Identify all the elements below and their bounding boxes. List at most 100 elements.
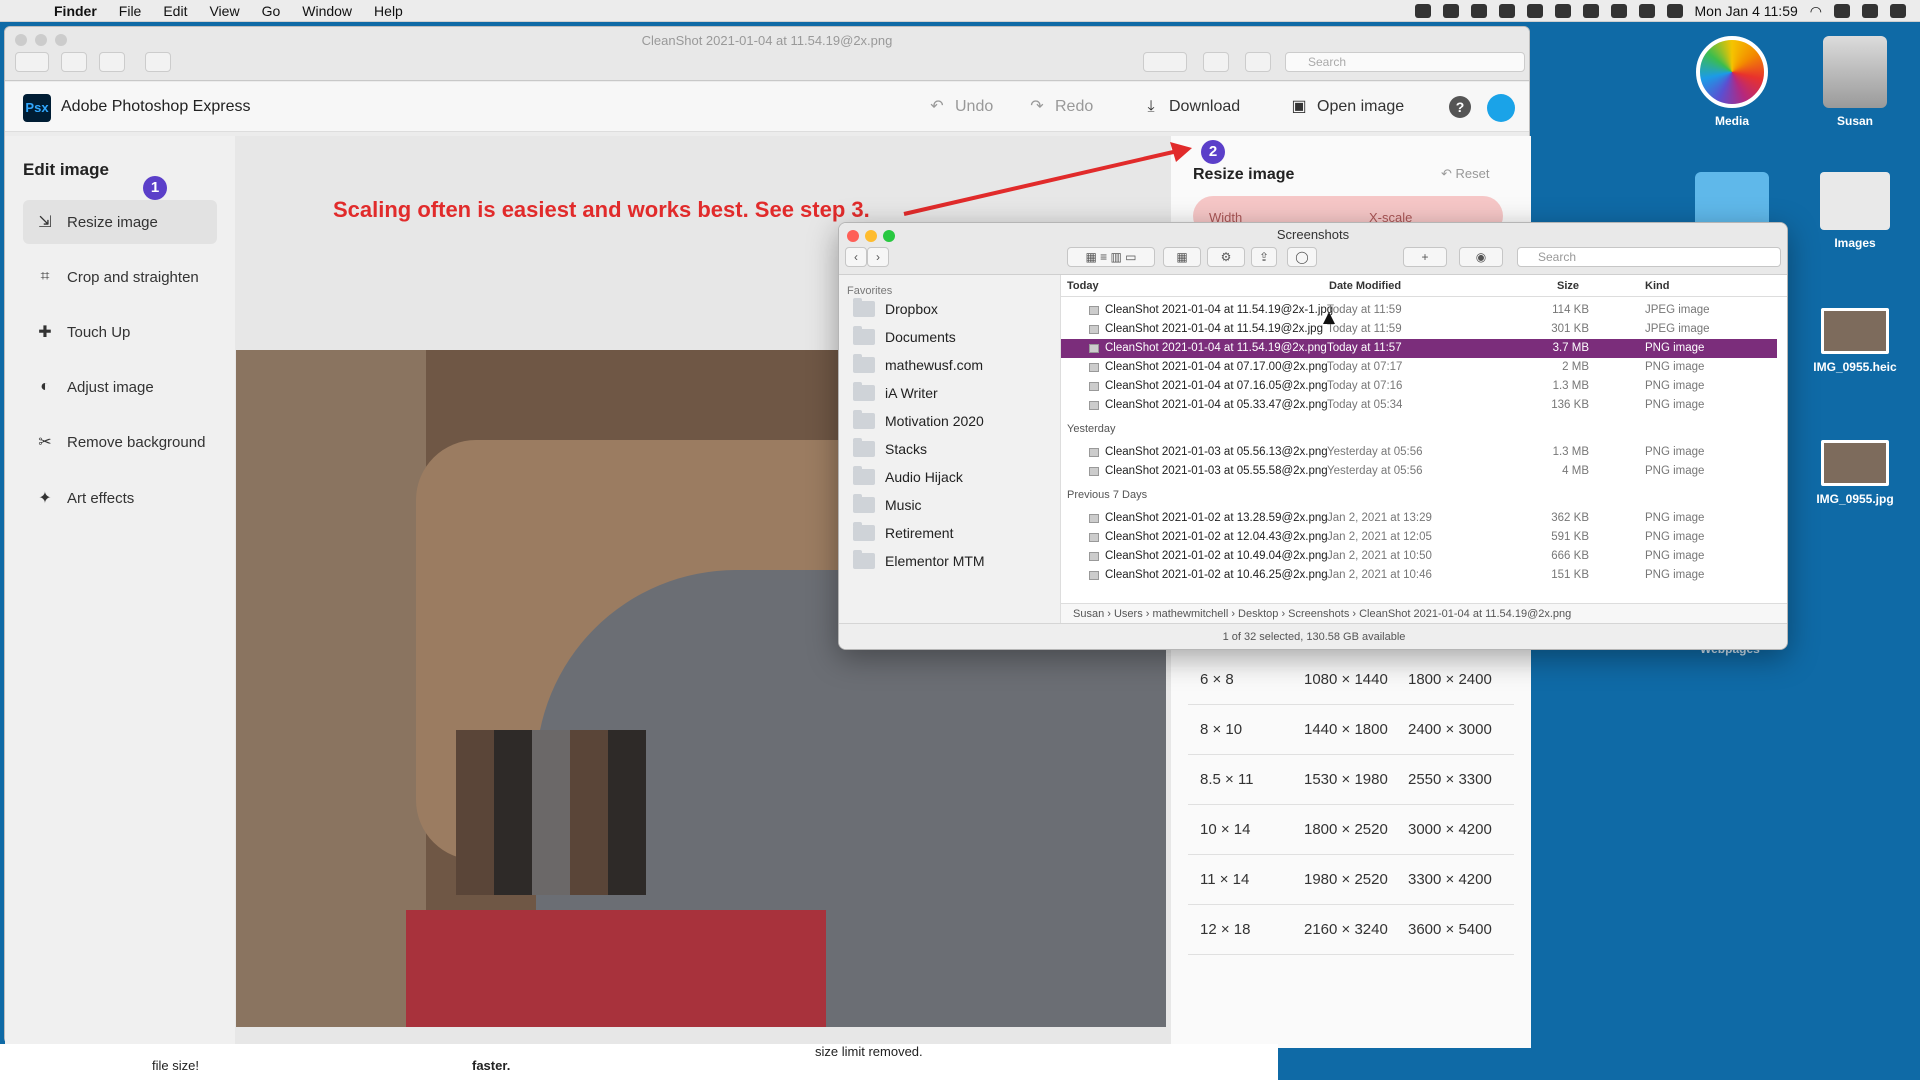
finder-search-input[interactable]: Search	[1517, 247, 1781, 267]
sidebar-item-mathewusf[interactable]: mathewusf.com	[853, 351, 1043, 379]
desktop-icon-heic[interactable]: IMG_0955.heic	[1800, 308, 1910, 374]
menu-window[interactable]: Window	[302, 3, 352, 19]
status-icon[interactable]	[1442, 4, 1459, 18]
menu-file[interactable]: File	[119, 3, 142, 19]
sidebar-item-adjust[interactable]: ◐ Adjust image	[23, 365, 217, 409]
preset-row[interactable]: 10 × 14 1800 × 2520 3000 × 4200	[1188, 805, 1514, 855]
status-icon[interactable]	[1610, 4, 1627, 18]
sidebar-item-dropbox[interactable]: Dropbox	[853, 295, 1043, 323]
annotate-button[interactable]	[1245, 52, 1271, 72]
sidebar-item-remove-background[interactable]: ✂ Remove background	[23, 420, 217, 464]
folder-icon	[853, 550, 875, 569]
preset-row[interactable]: 8 × 10 1440 × 1800 2400 × 3000	[1188, 705, 1514, 755]
wifi-icon[interactable]: ◠	[1810, 3, 1822, 20]
apple-menu-icon[interactable]	[20, 3, 36, 19]
open-image-button[interactable]: ▣ Open image	[1289, 98, 1404, 116]
help-button[interactable]: ?	[1449, 96, 1471, 118]
share-button[interactable]	[145, 52, 171, 72]
sidebar-item-motivation[interactable]: Motivation 2020	[853, 407, 1043, 435]
desktop-icon-media[interactable]: Media	[1677, 36, 1787, 128]
sidebar-item-stacks[interactable]: Stacks	[853, 435, 1043, 463]
sidebar-item-art-effects[interactable]: ✦ Art effects	[23, 476, 217, 520]
table-row[interactable]: CleanShot 2021-01-03 at 05.55.58@2x.png Y…	[1061, 462, 1777, 481]
preset-row[interactable]: 12 × 18 2160 × 3240 3600 × 5400	[1188, 905, 1514, 955]
sidebar-item-touch-up[interactable]: ✚ Touch Up	[23, 310, 217, 354]
share-button[interactable]: ⇪	[1251, 247, 1277, 267]
path-bar[interactable]: Susan › Users › mathewmitchell › Desktop…	[1061, 603, 1787, 623]
sidebar-item-retirement[interactable]: Retirement	[853, 519, 1043, 547]
strip-text: size limit removed.	[815, 1044, 923, 1059]
file-list-header: Today Date Modified Size Kind	[1061, 275, 1787, 297]
menu-help[interactable]: Help	[374, 3, 403, 19]
menu-edit[interactable]: Edit	[163, 3, 187, 19]
action-gear-icon[interactable]: ⚙	[1207, 247, 1245, 267]
column-date[interactable]: Date Modified	[1329, 280, 1401, 292]
status-icon[interactable]	[1666, 4, 1683, 18]
sidebar-item-music[interactable]: Music	[853, 491, 1043, 519]
battery-icon[interactable]	[1834, 4, 1850, 18]
sidebar-item-crop[interactable]: ⌗ Crop and straighten	[23, 255, 217, 299]
tag-button[interactable]: ◯	[1287, 247, 1317, 267]
view-mode-control[interactable]: ▦ ≡ ▥ ▭	[1067, 247, 1155, 267]
table-row[interactable]: CleanShot 2021-01-02 at 12.04.43@2x.png J…	[1061, 528, 1777, 547]
menu-view[interactable]: View	[209, 3, 239, 19]
forward-button[interactable]: ›	[867, 247, 889, 267]
table-row[interactable]: CleanShot 2021-01-04 at 07.16.05@2x.png T…	[1061, 377, 1777, 396]
table-row[interactable]: CleanShot 2021-01-04 at 11.54.19@2x.jpg T…	[1061, 320, 1777, 339]
table-row[interactable]: CleanShot 2021-01-04 at 07.17.00@2x.png T…	[1061, 358, 1777, 377]
status-icon[interactable]	[1470, 4, 1487, 18]
column-kind[interactable]: Kind	[1645, 280, 1669, 292]
undo-button[interactable]: ↶ Undo	[927, 98, 993, 116]
status-icon[interactable]	[1638, 4, 1655, 18]
table-row[interactable]: CleanShot 2021-01-02 at 10.46.25@2x.png J…	[1061, 566, 1777, 585]
desktop-icon-jpg[interactable]: IMG_0955.jpg	[1800, 440, 1910, 506]
folder-icon	[853, 298, 875, 317]
add-button[interactable]: +	[1403, 247, 1447, 267]
sidebar-item-documents[interactable]: Documents	[853, 323, 1043, 351]
group-header: Yesterday	[1067, 423, 1116, 435]
rotate-button[interactable]	[1203, 52, 1229, 72]
zoom-in-button[interactable]	[99, 52, 125, 72]
menu-clock[interactable]: Mon Jan 4 11:59	[1695, 3, 1798, 19]
user-icon[interactable]	[1890, 4, 1906, 18]
sidebar-item-elementor[interactable]: Elementor MTM	[853, 547, 1043, 575]
sidebar-item-label: Elementor MTM	[885, 553, 985, 569]
status-icon[interactable]	[1554, 4, 1571, 18]
table-row[interactable]: CleanShot 2021-01-04 at 11.54.19@2x.png T…	[1061, 339, 1777, 358]
status-icon[interactable]	[1526, 4, 1543, 18]
markup-button[interactable]	[1143, 52, 1187, 72]
sidebar-item-resize[interactable]: ⇲ Resize image	[23, 200, 217, 244]
zoom-out-button[interactable]	[61, 52, 87, 72]
desktop-icon-images[interactable]: Images	[1800, 172, 1910, 250]
table-row[interactable]: CleanShot 2021-01-02 at 13.28.59@2x.png J…	[1061, 509, 1777, 528]
status-icon[interactable]	[1498, 4, 1515, 18]
preset-row[interactable]: 8.5 × 11 1530 × 1980 2550 × 3300	[1188, 755, 1514, 805]
sidebar-toggle-button[interactable]	[15, 52, 49, 72]
status-icon[interactable]	[1414, 4, 1431, 18]
redo-button[interactable]: ↷ Redo	[1027, 98, 1093, 116]
preset-row[interactable]: 11 × 14 1980 × 2520 3300 × 4200	[1188, 855, 1514, 905]
preset-row[interactable]: 6 × 8 1080 × 1440 1800 × 2400	[1188, 655, 1514, 705]
menu-app-name[interactable]: Finder	[54, 3, 97, 19]
quick-look-button[interactable]: ◉	[1459, 247, 1503, 267]
desktop-icon-susan[interactable]: Susan	[1800, 36, 1910, 128]
column-name[interactable]: Today	[1067, 280, 1099, 292]
table-row[interactable]: CleanShot 2021-01-04 at 05.33.47@2x.png T…	[1061, 396, 1777, 415]
download-button[interactable]: ⤓ Download	[1141, 98, 1240, 116]
avatar[interactable]	[1487, 94, 1515, 122]
table-row[interactable]: CleanShot 2021-01-02 at 10.49.04@2x.png J…	[1061, 547, 1777, 566]
reset-button[interactable]: ↶ Reset	[1441, 166, 1489, 182]
sidebar-item-ia-writer[interactable]: iA Writer	[853, 379, 1043, 407]
menu-go[interactable]: Go	[262, 3, 281, 19]
step-badge-1: 1	[143, 176, 167, 200]
status-icon[interactable]	[1582, 4, 1599, 18]
control-center-icon[interactable]	[1862, 4, 1878, 18]
column-size[interactable]: Size	[1557, 280, 1579, 292]
group-button[interactable]: ▦	[1163, 247, 1201, 267]
sidebar-item-audio-hijack[interactable]: Audio Hijack	[853, 463, 1043, 491]
preview-search-input[interactable]: Search	[1285, 52, 1525, 72]
back-button[interactable]: ‹	[845, 247, 867, 267]
table-row[interactable]: CleanShot 2021-01-04 at 11.54.19@2x-1.jp…	[1061, 301, 1777, 320]
table-row[interactable]: CleanShot 2021-01-03 at 05.56.13@2x.png Y…	[1061, 443, 1777, 462]
file-icon	[1089, 401, 1099, 410]
